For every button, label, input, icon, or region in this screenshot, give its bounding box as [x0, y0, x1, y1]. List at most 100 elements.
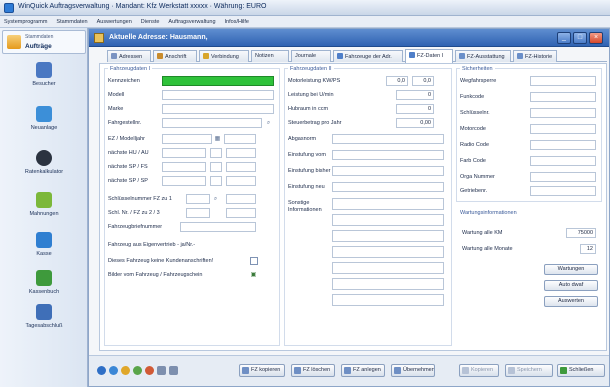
- sp-sp-input[interactable]: [162, 176, 206, 186]
- hubraum-input[interactable]: 0: [396, 104, 434, 114]
- sidebar-item-neuanlage[interactable]: Neuanlage: [0, 104, 88, 138]
- orga-nummer-input[interactable]: [530, 172, 596, 182]
- sidebar-item-label: Tagesabschluß: [25, 323, 63, 329]
- field-label: Steuerbetrag pro Jahr: [288, 120, 342, 126]
- tab-anschrift[interactable]: Anschrift: [153, 50, 197, 62]
- marke-input[interactable]: [162, 104, 274, 114]
- info-icon[interactable]: [97, 366, 106, 375]
- tab-notizen[interactable]: Notizen: [251, 50, 289, 62]
- fz-kopieren-button[interactable]: FZ kopieren: [239, 364, 285, 377]
- schluessel-1-input[interactable]: [186, 194, 210, 204]
- auswerten-button[interactable]: Auswerten: [544, 296, 598, 307]
- minimize-button[interactable]: _: [557, 32, 571, 44]
- fz-loeschen-button[interactable]: FZ löschen: [291, 364, 335, 377]
- link-icon: [203, 53, 209, 59]
- tab-label: FZ-Daten I: [417, 53, 444, 59]
- modell-input[interactable]: [162, 90, 274, 100]
- close-button[interactable]: ×: [589, 32, 603, 44]
- search-icon[interactable]: ⌕: [212, 196, 219, 203]
- sp-fs-month-input[interactable]: [210, 162, 222, 172]
- menu-dienste[interactable]: Dienste: [141, 19, 160, 25]
- tab-journale[interactable]: Journale: [291, 50, 331, 62]
- wartung-km-input[interactable]: 75000: [566, 228, 596, 238]
- schliessen-button[interactable]: Schließen: [557, 364, 605, 377]
- menu-auswertungen[interactable]: Auswertungen: [97, 19, 132, 25]
- modelljahr-input[interactable]: [224, 134, 256, 144]
- hu-month-input[interactable]: [210, 148, 222, 158]
- fz-anlegen-button[interactable]: FZ anlegen: [341, 364, 385, 377]
- grid-icon[interactable]: [169, 366, 178, 375]
- tab-fz-ausstattung[interactable]: FZ-Ausstattung: [455, 50, 511, 62]
- button-label: FZ löschen: [303, 367, 331, 373]
- sidebar-item-ratenkalkulator[interactable]: Ratenkalkulator: [0, 148, 88, 182]
- einstufung-neu-input[interactable]: [332, 182, 444, 192]
- export-icon[interactable]: [133, 366, 142, 375]
- einstufung-bisher-input[interactable]: [332, 166, 444, 176]
- field-label: Modell: [108, 92, 125, 98]
- fahrzeugbrief-input[interactable]: [180, 222, 256, 232]
- sonstige-line-6[interactable]: [332, 278, 444, 290]
- sonstige-line-3[interactable]: [332, 230, 444, 242]
- tab-fz-historie[interactable]: FZ-Historie: [513, 50, 557, 62]
- getriebenr-input[interactable]: [530, 186, 596, 196]
- kw-input[interactable]: 0,0: [386, 76, 408, 86]
- au-input[interactable]: [226, 148, 256, 158]
- ez-input[interactable]: [162, 134, 212, 144]
- sp-sp-month-input[interactable]: [210, 176, 222, 186]
- radiocode-input[interactable]: [530, 140, 596, 150]
- sp-fs-input[interactable]: [162, 162, 206, 172]
- tab-fz-daten[interactable]: FZ-Daten I: [405, 49, 453, 63]
- search-icon[interactable]: ⌕: [265, 120, 272, 127]
- hu-input[interactable]: [162, 148, 206, 158]
- farbcode-input[interactable]: [530, 156, 596, 166]
- delete-icon[interactable]: [145, 366, 154, 375]
- uebernehmen-button[interactable]: Übernehmen: [391, 364, 435, 377]
- list-icon[interactable]: [157, 366, 166, 375]
- schluesselnr-input[interactable]: [530, 108, 596, 118]
- sidebar-item-mahnungen[interactable]: Mahnungen: [0, 190, 88, 224]
- leistung-input[interactable]: 0: [396, 90, 434, 100]
- schl-nr-2-input[interactable]: [186, 208, 210, 218]
- fahrgestellnr-input[interactable]: [162, 118, 262, 128]
- maximize-button[interactable]: □: [573, 32, 587, 44]
- ps-input[interactable]: 0,0: [412, 76, 434, 86]
- sidebar-item-tagesabschluss[interactable]: Tagesabschluß: [0, 302, 88, 336]
- keine-kundenanschrift-checkbox[interactable]: [250, 257, 258, 265]
- calendar-icon[interactable]: ▦: [214, 136, 221, 143]
- sonstige-line-1[interactable]: [332, 198, 444, 210]
- auto-dwaf-button[interactable]: Auto dwaf: [544, 280, 598, 291]
- kopieren-button[interactable]: Kopieren: [459, 364, 499, 377]
- funkcode-input[interactable]: [530, 92, 596, 102]
- speichern-button[interactable]: Speichern: [505, 364, 553, 377]
- sidebar-item-besucher[interactable]: Besucher: [0, 60, 88, 94]
- sp-fs-year-input[interactable]: [226, 162, 256, 172]
- sonstige-line-7[interactable]: [332, 294, 444, 306]
- refresh-icon[interactable]: [109, 366, 118, 375]
- tab-verbindung[interactable]: Verbindung: [199, 50, 249, 62]
- print-icon[interactable]: [121, 366, 130, 375]
- schl-nr-3-input[interactable]: [226, 208, 256, 218]
- schluessel-2-input[interactable]: [226, 194, 256, 204]
- steuerbetrag-input[interactable]: 0,00: [396, 118, 434, 128]
- motorcode-input[interactable]: [530, 124, 596, 134]
- menu-auftragsverwaltung[interactable]: Auftragsverwaltung: [168, 19, 215, 25]
- sidebar-tab-auftraege[interactable]: Stammdaten Aufträge: [2, 30, 86, 54]
- sidebar-item-kasse[interactable]: Kasse: [0, 230, 88, 264]
- sp-sp-year-input[interactable]: [226, 176, 256, 186]
- wartungen-button[interactable]: Wartungen: [544, 264, 598, 275]
- kennzeichen-input[interactable]: [162, 76, 274, 86]
- menu-stammdaten[interactable]: Stammdaten: [56, 19, 87, 25]
- tab-fahrzeuge[interactable]: Fahrzeuge der Adr.: [333, 50, 403, 62]
- camera-icon[interactable]: ▣: [250, 272, 257, 279]
- sonstige-line-4[interactable]: [332, 246, 444, 258]
- sonstige-line-5[interactable]: [332, 262, 444, 274]
- abgasnorm-input[interactable]: [332, 134, 444, 144]
- einstufung-vom-input[interactable]: [332, 150, 444, 160]
- sonstige-line-2[interactable]: [332, 214, 444, 226]
- wegfahrsperre-input[interactable]: [530, 76, 596, 86]
- tab-adressen[interactable]: Adressen: [107, 50, 151, 62]
- menu-systemprogramm[interactable]: Systemprogramm: [4, 19, 47, 25]
- wartung-monate-input[interactable]: 12: [580, 244, 596, 254]
- menu-infos-hilfe[interactable]: Infos/Hilfe: [225, 19, 249, 25]
- sidebar-item-kassenbuch[interactable]: Kassenbuch: [0, 268, 88, 302]
